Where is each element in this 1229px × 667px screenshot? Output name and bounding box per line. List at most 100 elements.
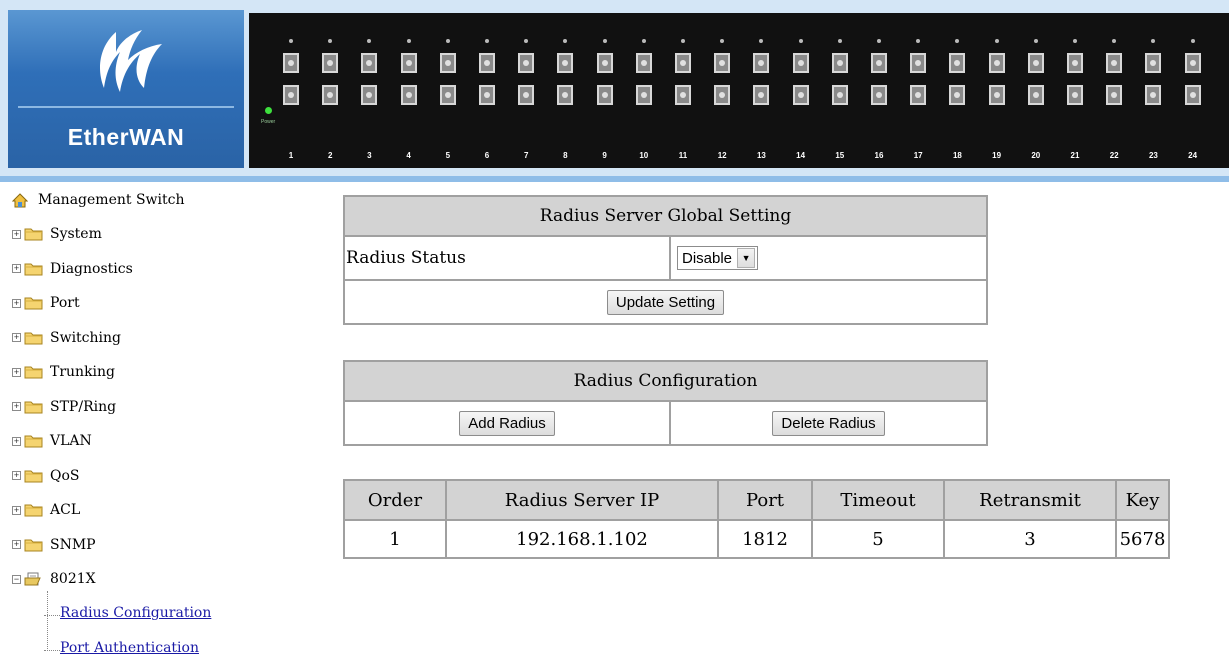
management-switch-icon xyxy=(12,193,28,208)
ethernet-jack-icon xyxy=(871,53,887,73)
port-1[interactable]: 1 xyxy=(277,33,305,163)
collapse-icon[interactable]: − xyxy=(12,574,21,584)
tree-root[interactable]: Management Switch xyxy=(12,190,184,210)
port-6[interactable]: 6 xyxy=(473,33,501,163)
port-number: 20 xyxy=(1031,151,1041,160)
ethernet-jack-icon xyxy=(1027,53,1044,73)
sidebar-item-trunking[interactable]: + Trunking xyxy=(12,362,115,382)
table-row[interactable]: 1 192.168.1.102 1812 5 3 5678 xyxy=(343,519,1170,559)
switch-front-panel: Power 1 2 3 4 5 6 7 8 9 10 11 12 13 14 15 16 17 18 19 20 21 2… xyxy=(249,13,1229,168)
expand-icon[interactable]: + xyxy=(12,367,21,377)
sidebar-item-label: Diagnostics xyxy=(50,260,133,277)
port-number: 8 xyxy=(563,151,568,160)
sidebar-item-snmp[interactable]: + SNMP xyxy=(12,535,96,555)
port-22[interactable]: 22 xyxy=(1100,33,1128,163)
ethernet-jack-icon xyxy=(675,85,691,105)
ethernet-jack-icon xyxy=(714,53,731,73)
sidebar-item-switching[interactable]: + Switching xyxy=(12,328,121,348)
port-15[interactable]: 15 xyxy=(826,33,854,163)
expand-icon[interactable]: + xyxy=(12,471,21,480)
sidebar-link-port-authentication[interactable]: Port Authentication xyxy=(60,640,199,656)
ethernet-jack-icon xyxy=(283,53,299,73)
port-13[interactable]: 13 xyxy=(747,33,775,163)
ethernet-jack-icon xyxy=(1145,85,1162,105)
ethernet-jack-icon xyxy=(988,53,1005,73)
sidebar-item-qos[interactable]: + QoS xyxy=(12,466,80,486)
chevron-down-icon[interactable]: ▼ xyxy=(737,248,756,268)
global-setting-title: Radius Server Global Setting xyxy=(343,195,988,237)
sidebar-item-label: 8021X xyxy=(50,571,96,587)
ethernet-jack-icon xyxy=(322,53,339,73)
port-20[interactable]: 20 xyxy=(1022,33,1050,163)
port-23[interactable]: 23 xyxy=(1139,33,1167,163)
sidebar-item-stp-ring[interactable]: + STP/Ring xyxy=(12,397,116,417)
folder-icon xyxy=(24,366,43,379)
cell-port: 1812 xyxy=(717,519,813,559)
port-16[interactable]: 16 xyxy=(865,33,893,163)
ethernet-jack-icon xyxy=(753,53,770,73)
folder-icon xyxy=(24,504,43,517)
add-radius-button[interactable]: Add Radius xyxy=(459,410,555,436)
sidebar-item-acl[interactable]: + ACL xyxy=(12,500,80,520)
port-led xyxy=(602,39,607,43)
port-12[interactable]: 12 xyxy=(708,33,736,163)
update-setting-cell: Update Setting xyxy=(343,279,988,325)
sidebar-link-radius-configuration[interactable]: Radius Configuration xyxy=(60,605,211,621)
radius-status-label: Radius Status xyxy=(343,235,671,281)
ethernet-jack-icon xyxy=(753,85,770,105)
expand-icon[interactable]: + xyxy=(12,229,21,239)
port-14[interactable]: 14 xyxy=(787,33,815,163)
port-5[interactable]: 5 xyxy=(434,33,462,163)
cell-server-ip: 192.168.1.102 xyxy=(445,519,719,559)
port-8[interactable]: 8 xyxy=(551,33,579,163)
port-led xyxy=(406,39,411,43)
ethernet-jack-icon xyxy=(479,85,495,105)
expand-icon[interactable]: + xyxy=(12,436,21,446)
delete-radius-button[interactable]: Delete Radius xyxy=(772,410,885,436)
sidebar-item-8021x[interactable]: − 8021X xyxy=(12,569,96,589)
port-number: 19 xyxy=(992,151,1002,160)
sidebar-item-port[interactable]: + Port xyxy=(12,293,80,313)
tree-connector xyxy=(44,615,60,616)
expand-icon[interactable]: + xyxy=(12,333,21,342)
ethernet-jack-icon xyxy=(1106,53,1123,73)
expand-icon[interactable]: + xyxy=(12,298,21,308)
ethernet-jack-icon xyxy=(831,53,848,73)
sidebar-item-diagnostics[interactable]: + Diagnostics xyxy=(12,259,133,279)
sidebar-item-label: System xyxy=(50,226,102,242)
expand-icon[interactable]: + xyxy=(12,402,21,411)
port-number: 1 xyxy=(288,151,294,160)
add-radius-cell: Add Radius xyxy=(343,400,671,446)
port-7[interactable]: 7 xyxy=(512,33,540,163)
tree-root-label: Management Switch xyxy=(38,192,185,208)
open-folder-icon xyxy=(24,572,41,586)
expand-icon[interactable]: + xyxy=(12,540,21,549)
logo-divider xyxy=(18,106,234,108)
port-21[interactable]: 21 xyxy=(1061,33,1089,163)
sidebar-item-vlan[interactable]: + VLAN xyxy=(12,431,92,451)
expand-icon[interactable]: + xyxy=(12,505,21,515)
port-3[interactable]: 3 xyxy=(355,33,383,163)
sidebar-item-label: ACL xyxy=(50,502,81,518)
port-2[interactable]: 2 xyxy=(316,33,344,163)
radius-status-select[interactable]: Disable ▼ xyxy=(677,246,759,270)
port-10[interactable]: 10 xyxy=(630,33,658,163)
port-4[interactable]: 4 xyxy=(395,33,423,163)
folder-icon xyxy=(24,263,43,275)
port-led xyxy=(328,39,333,43)
sidebar-item-system[interactable]: + System xyxy=(12,224,102,244)
port-24[interactable]: 24 xyxy=(1179,33,1207,163)
expand-icon[interactable]: + xyxy=(12,264,21,273)
cell-timeout: 5 xyxy=(811,519,945,559)
update-setting-button[interactable]: Update Setting xyxy=(606,289,725,315)
port-19[interactable]: 19 xyxy=(983,33,1011,163)
port-11[interactable]: 11 xyxy=(669,33,697,163)
port-17[interactable]: 17 xyxy=(904,33,932,163)
port-18[interactable]: 18 xyxy=(943,33,971,163)
ethernet-jack-icon xyxy=(322,85,339,105)
ethernet-jack-icon xyxy=(871,85,887,105)
ethernet-jack-icon xyxy=(596,53,613,73)
power-led xyxy=(265,107,272,114)
header-banner: EtherWAN Power 1 2 3 4 5 6 7 8 9 10 11 12 13 14 15 16 17… xyxy=(0,0,1229,182)
port-9[interactable]: 9 xyxy=(591,33,619,163)
